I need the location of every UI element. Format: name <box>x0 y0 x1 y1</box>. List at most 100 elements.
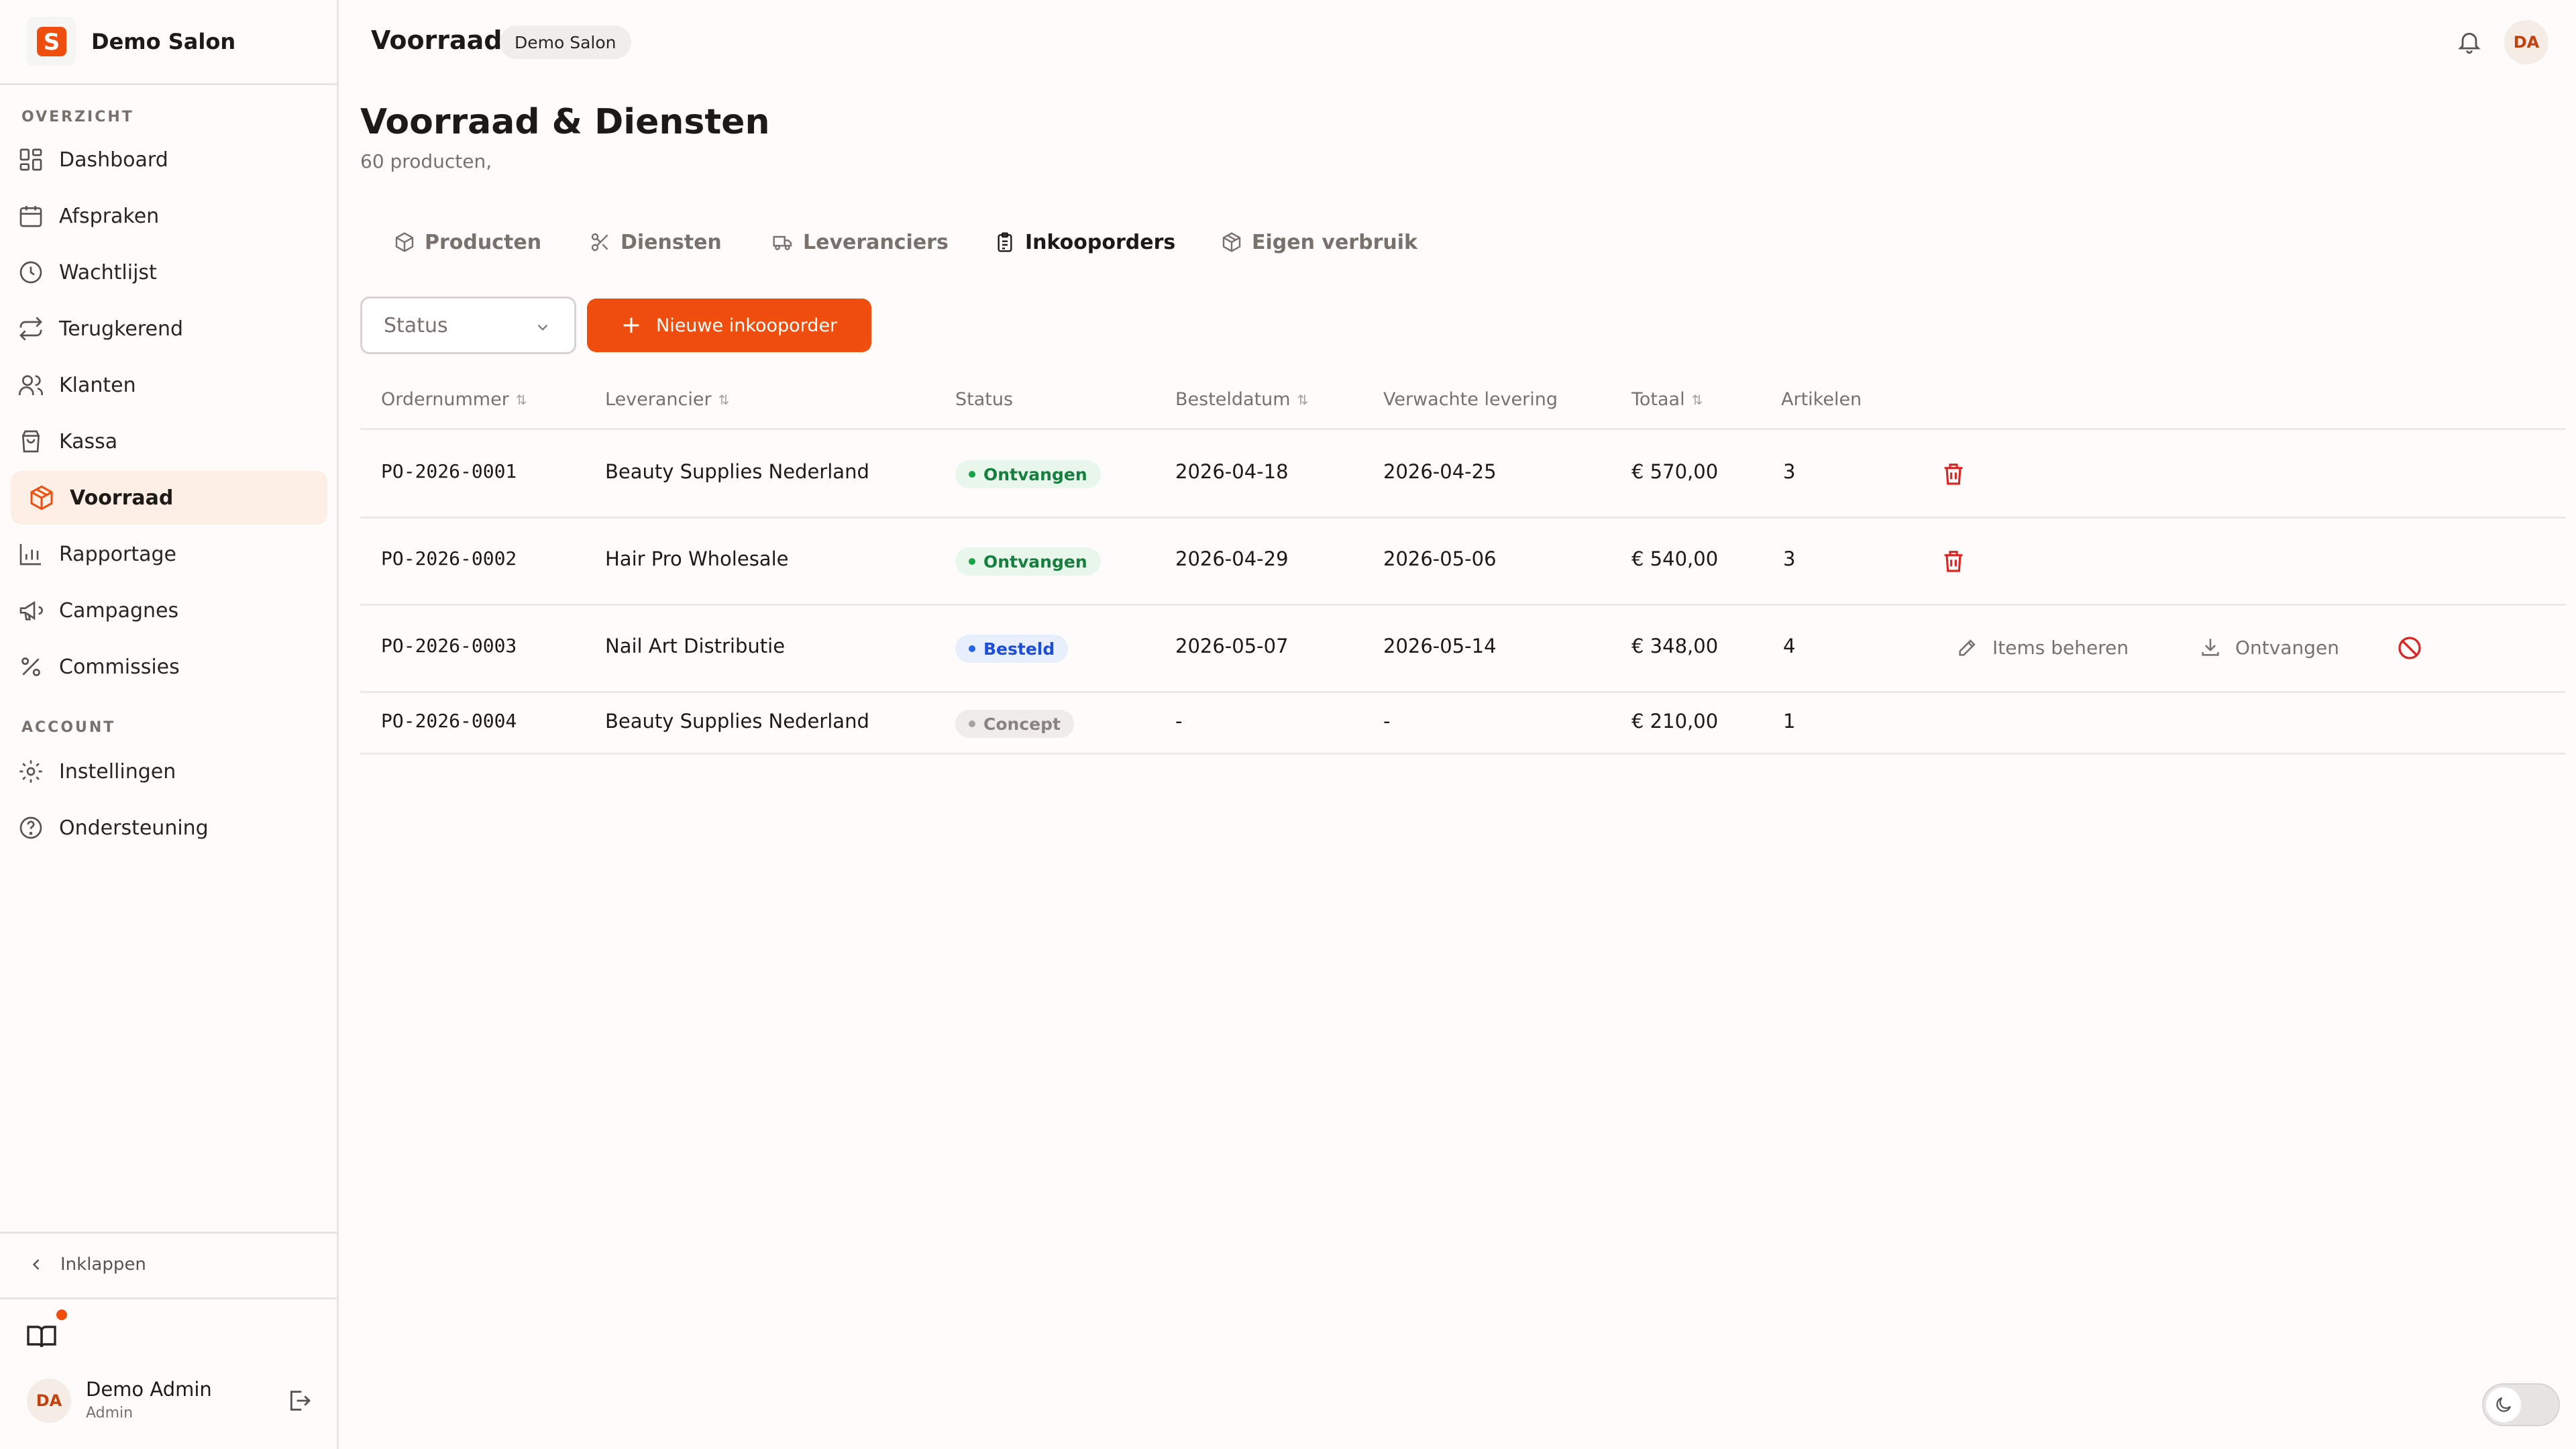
supplier-name: Beauty Supplies Nederland <box>605 710 869 733</box>
sidebar-item-afspraken[interactable]: Afspraken <box>11 189 327 243</box>
sidebar-item-ondersteuning[interactable]: Ondersteuning <box>11 801 327 855</box>
order-total: € 570,00 <box>1631 460 1719 483</box>
status-filter-placeholder: Status <box>384 313 448 337</box>
new-purchase-order-button[interactable]: + Nieuwe inkooporder <box>587 299 871 352</box>
col-header-order[interactable]: Ordernummer ⇅ <box>381 389 527 410</box>
sidebar-item-rapportage[interactable]: Rapportage <box>11 527 327 581</box>
chevron-left-icon <box>32 1259 40 1270</box>
tab-label: Producten <box>425 230 542 254</box>
status-text: Ontvangen <box>983 464 1087 484</box>
package-icon <box>30 485 53 511</box>
tab-label: Eigen verbruik <box>1252 230 1417 254</box>
col-header-supplier[interactable]: Leverancier ⇅ <box>605 389 729 410</box>
clipboard-icon <box>998 232 1012 252</box>
sidebar-item-campagnes[interactable]: Campagnes <box>11 584 327 637</box>
col-header-status: Status <box>955 389 1013 410</box>
status-dot <box>969 720 975 727</box>
order-total: € 348,00 <box>1631 635 1719 657</box>
col-header-label: Ordernummer <box>381 389 509 410</box>
brand-name: Demo Salon <box>91 29 236 54</box>
sidebar-item-klanten[interactable]: Klanten <box>11 358 327 412</box>
tab-producten[interactable]: Producten <box>394 212 541 272</box>
brand-header[interactable]: S Demo Salon <box>0 0 337 85</box>
col-header-label: Totaal <box>1631 389 1685 410</box>
sidebar-item-label: Ondersteuning <box>59 816 209 840</box>
manage-items-button[interactable]: Items beheren <box>1956 631 2129 664</box>
tab-diensten[interactable]: Diensten <box>590 212 722 272</box>
manage-items-label: Items beheren <box>1992 636 2129 659</box>
tab-label: Leveranciers <box>803 230 949 254</box>
col-header-expected: Verwachte levering <box>1383 389 1558 410</box>
tab-eigen-verbruik[interactable]: Eigen verbruik <box>1221 212 1417 272</box>
status-text: Ontvangen <box>983 551 1087 572</box>
sidebar-item-label: Dashboard <box>59 148 168 172</box>
user-avatar: DA <box>27 1379 71 1423</box>
bar-chart-icon <box>19 544 41 566</box>
expected-date: - <box>1383 710 1391 733</box>
sidebar-item-terugkerend[interactable]: Terugkerend <box>11 302 327 356</box>
top-avatar[interactable]: DA <box>2504 20 2548 64</box>
status-badge: Concept <box>955 710 1074 738</box>
trash-icon[interactable] <box>1940 547 1967 574</box>
tab-leveranciers[interactable]: Leveranciers <box>772 212 949 272</box>
logout-icon[interactable] <box>286 1387 313 1414</box>
sidebar-item-instellingen[interactable]: Instellingen <box>11 745 327 798</box>
chevron-down-icon <box>537 324 548 331</box>
notification-dot <box>56 1309 67 1320</box>
status-badge: Ontvangen <box>955 547 1101 576</box>
tab-inkooporders[interactable]: Inkooporders <box>994 212 1175 272</box>
order-date: 2026-05-07 <box>1175 635 1289 657</box>
status-dot <box>969 558 975 565</box>
supplier-name: Hair Pro Wholesale <box>605 547 789 570</box>
sort-icon: ⇅ <box>718 391 730 408</box>
expected-date: 2026-04-25 <box>1383 460 1497 483</box>
status-dot <box>969 645 975 652</box>
order-number: PO-2026-0002 <box>381 547 517 570</box>
box-icon <box>395 232 414 252</box>
status-filter-select[interactable]: Status <box>360 297 576 354</box>
theme-toggle[interactable] <box>2482 1383 2560 1426</box>
book-icon[interactable] <box>25 1320 58 1352</box>
col-header-total[interactable]: Totaal ⇅ <box>1631 389 1703 410</box>
bell-icon[interactable] <box>2456 28 2483 55</box>
sort-icon: ⇅ <box>1297 391 1309 408</box>
user-role: Admin <box>86 1405 133 1421</box>
clock-icon <box>19 261 42 284</box>
megaphone-icon <box>19 600 43 621</box>
status-text: Besteld <box>983 639 1055 659</box>
col-header-label: Besteldatum <box>1175 389 1291 410</box>
sort-icon: ⇅ <box>1691 391 1703 408</box>
sidebar-item-commissies[interactable]: Commissies <box>11 640 327 694</box>
sidebar-item-wachtlijst[interactable]: Wachtlijst <box>11 246 327 299</box>
status-badge: Ontvangen <box>955 460 1101 488</box>
order-number: PO-2026-0003 <box>381 635 517 657</box>
col-header-items: Artikelen <box>1781 389 1862 410</box>
trash-icon[interactable] <box>1940 460 1967 487</box>
cancel-order-icon[interactable] <box>2396 635 2423 661</box>
row-divider <box>360 604 2566 606</box>
top-title: Voorraad <box>371 25 502 55</box>
sidebar: S Demo Salon OVERZICHT Dashboard Afsprak… <box>0 0 339 1449</box>
supplier-name: Beauty Supplies Nederland <box>605 460 869 483</box>
sidebar-item-label: Rapportage <box>59 542 176 566</box>
shopping-bag-icon <box>21 430 40 453</box>
status-dot <box>969 471 975 478</box>
collapse-button[interactable]: Inklappen <box>27 1248 146 1281</box>
receive-button[interactable]: Ontvangen <box>2199 631 2339 664</box>
item-count: 1 <box>1783 710 1796 733</box>
sidebar-item-label: Instellingen <box>59 759 176 784</box>
nav-section-overview: OVERZICHT <box>21 109 134 125</box>
sidebar-item-dashboard[interactable]: Dashboard <box>11 133 327 186</box>
col-header-ordered[interactable]: Besteldatum ⇅ <box>1175 389 1308 410</box>
tab-label: Diensten <box>621 230 722 254</box>
user-name: Demo Admin <box>86 1378 212 1401</box>
sidebar-item-kassa[interactable]: Kassa <box>11 415 327 468</box>
sidebar-item-label: Afspraken <box>59 204 160 228</box>
download-icon <box>2202 639 2219 656</box>
sidebar-item-label: Terugkerend <box>59 317 184 341</box>
sidebar-item-voorraad[interactable]: Voorraad <box>11 471 327 525</box>
receive-label: Ontvangen <box>2235 636 2339 659</box>
repeat-icon <box>19 317 42 341</box>
supplier-name: Nail Art Distributie <box>605 635 786 657</box>
sidebar-item-label: Klanten <box>59 373 136 397</box>
